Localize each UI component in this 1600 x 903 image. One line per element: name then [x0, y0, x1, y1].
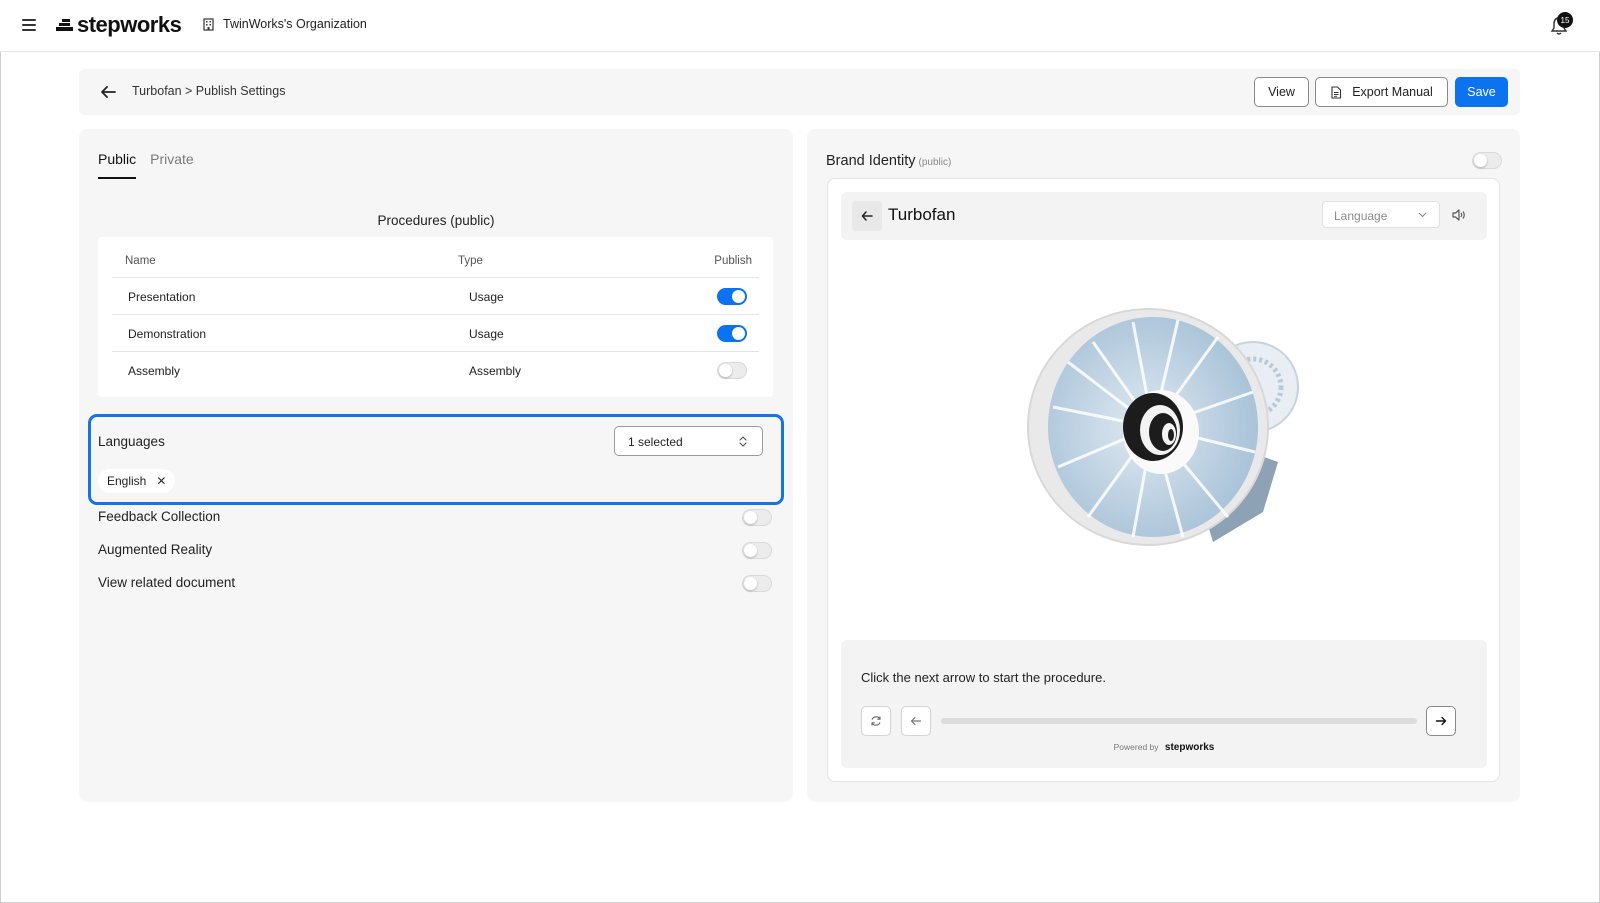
viewer-preview: Turbofan Language Click the next arrow t…	[827, 178, 1500, 782]
table-row: Demonstration Usage	[112, 315, 759, 352]
preview-footer: Click the next arrow to start the proced…	[841, 640, 1487, 768]
turbofan-engine-model[interactable]	[1023, 292, 1313, 562]
arrow-right-icon	[1435, 716, 1447, 726]
organization-name: TwinWorks's Organization	[223, 17, 367, 31]
publish-settings-panel: Public Private Procedures (public) Name …	[79, 129, 793, 802]
export-manual-button[interactable]: Export Manual	[1315, 77, 1448, 107]
stepworks-logo-icon	[56, 19, 73, 31]
preview-back-button[interactable]	[852, 201, 882, 231]
powered-by-brand: stepworks	[1164, 742, 1215, 753]
publish-toggle-presentation[interactable]	[717, 288, 747, 305]
powered-by-label: Powered by	[1113, 742, 1159, 752]
tab-private[interactable]: Private	[150, 151, 194, 179]
publish-toggle-assembly[interactable]	[717, 362, 747, 379]
procedure-type: Assembly	[469, 364, 522, 378]
option-feedback-label: Feedback Collection	[98, 509, 221, 524]
hamburger-menu-icon[interactable]	[22, 19, 36, 33]
refresh-icon	[871, 716, 881, 726]
languages-section: Languages 1 selected English ✕	[88, 414, 784, 505]
tab-public[interactable]: Public	[98, 151, 137, 179]
languages-select-value: 1 selected	[628, 435, 683, 449]
top-bar: stepworks TwinWorks's Organization 15	[0, 0, 1600, 52]
column-header-type: Type	[458, 255, 483, 267]
document-icon	[1331, 85, 1342, 99]
remove-chip-icon[interactable]: ✕	[156, 474, 166, 488]
publish-toggle-demonstration[interactable]	[717, 325, 747, 342]
arrow-left-icon	[861, 211, 873, 221]
brand-identity-label: Brand Identity	[826, 153, 916, 169]
table-row: Presentation Usage	[112, 278, 759, 315]
brand-identity-tag: (public)	[918, 157, 952, 168]
building-icon	[203, 17, 214, 31]
chevron-down-icon	[1418, 212, 1427, 218]
procedure-progress-bar	[941, 718, 1417, 724]
option-related-doc-label: View related document	[98, 575, 236, 590]
language-chip-label: English	[107, 474, 147, 488]
restart-button[interactable]	[861, 706, 891, 736]
procedure-name: Presentation	[128, 290, 196, 304]
preview-language-select[interactable]: Language	[1322, 201, 1440, 228]
table-row: Assembly Assembly	[112, 352, 759, 389]
brand-name: stepworks	[77, 12, 182, 37]
chevron-up-down-icon	[739, 436, 747, 447]
breadcrumb[interactable]: Turbofan > Publish Settings	[132, 84, 285, 98]
preview-language-placeholder: Language	[1334, 209, 1388, 223]
save-button[interactable]: Save	[1455, 77, 1508, 107]
procedure-type: Usage	[469, 327, 504, 341]
option-ar-label: Augmented Reality	[98, 542, 213, 557]
breadcrumb-bar: Turbofan > Publish Settings View Export …	[79, 69, 1520, 115]
procedure-type: Usage	[469, 290, 504, 304]
procedures-title: Procedures (public)	[377, 213, 495, 228]
brand-identity-toggle[interactable]	[1472, 152, 1502, 169]
notification-badge: 15	[1557, 12, 1573, 28]
column-header-name: Name	[125, 255, 156, 267]
export-manual-label: Export Manual	[1352, 85, 1433, 99]
view-related-document-toggle[interactable]	[742, 575, 772, 592]
previous-step-button[interactable]	[901, 706, 931, 736]
speaker-icon[interactable]	[1451, 208, 1466, 222]
instruction-text: Click the next arrow to start the proced…	[861, 670, 1106, 685]
procedures-table: Name Type Publish Presentation Usage Dem…	[98, 237, 773, 397]
augmented-reality-toggle[interactable]	[742, 542, 772, 559]
preview-header: Turbofan Language	[841, 192, 1487, 240]
arrow-left-icon	[910, 716, 922, 726]
feedback-collection-toggle[interactable]	[742, 509, 772, 526]
next-step-button[interactable]	[1426, 706, 1456, 736]
column-header-publish: Publish	[714, 255, 752, 267]
view-button[interactable]: View	[1254, 77, 1309, 107]
procedure-name: Demonstration	[128, 327, 207, 341]
visibility-tabs: Public Private	[98, 151, 194, 179]
organization-switcher[interactable]: TwinWorks's Organization	[202, 17, 367, 31]
back-arrow-icon[interactable]	[99, 83, 117, 101]
procedure-name: Assembly	[128, 364, 181, 378]
powered-by: Powered by stepworks	[841, 742, 1487, 753]
brand-logo[interactable]: stepworks	[56, 12, 182, 38]
languages-label: Languages	[98, 434, 165, 449]
preview-title: Turbofan	[888, 205, 956, 224]
language-chip: English ✕	[98, 469, 176, 493]
brand-identity-panel: Brand Identity (public) Turbofan Language	[807, 129, 1520, 802]
languages-select[interactable]: 1 selected	[614, 426, 763, 456]
brand-identity-title: Brand Identity (public)	[826, 153, 951, 169]
